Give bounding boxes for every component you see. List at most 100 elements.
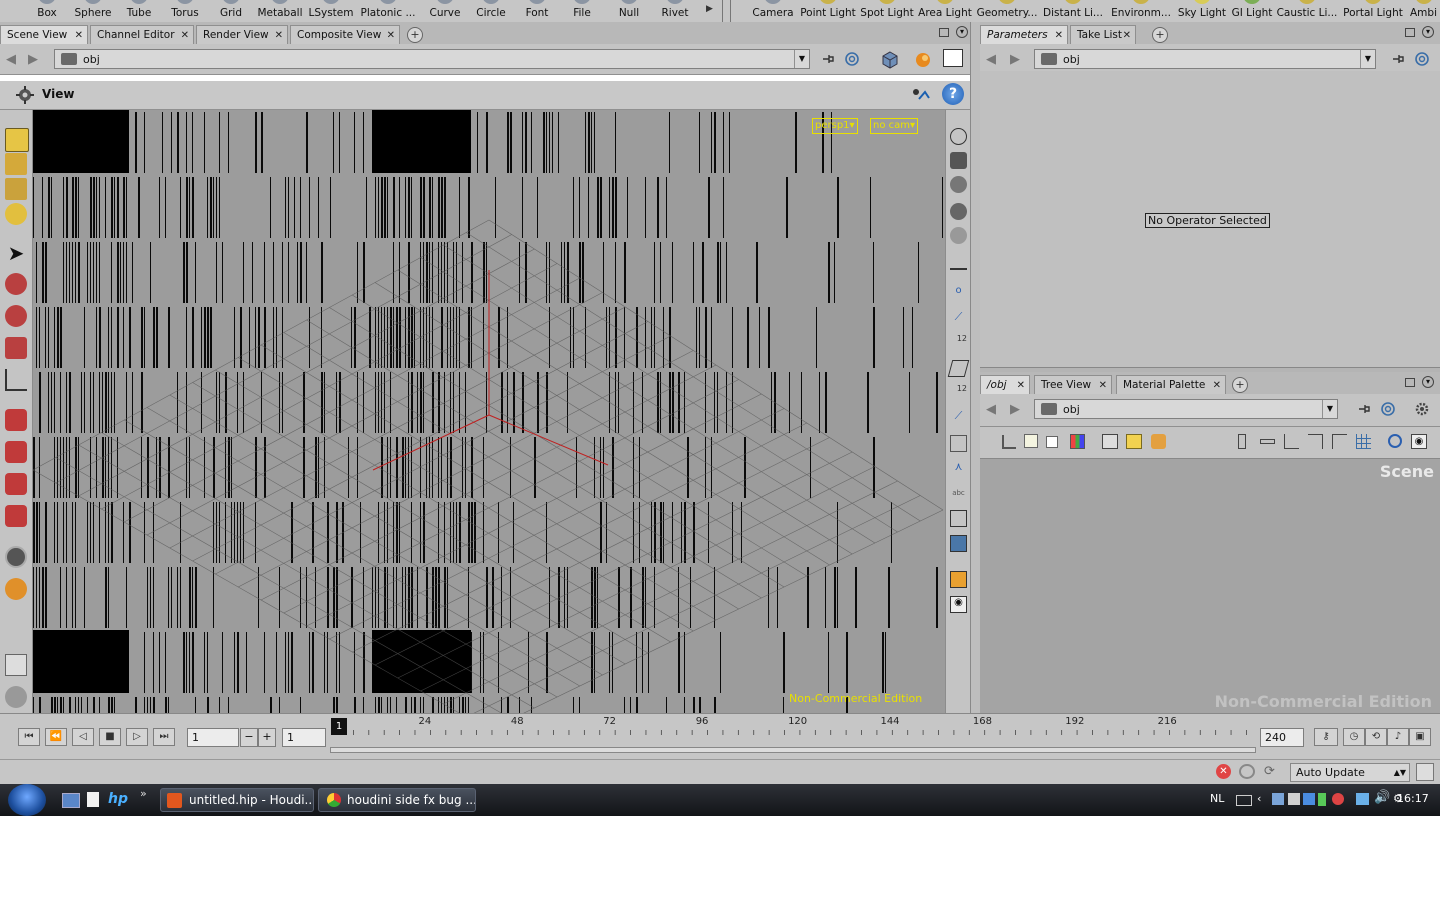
timeline-range-slider[interactable] xyxy=(330,747,1256,753)
shelf-tool-area-light[interactable]: Area Light xyxy=(918,0,972,22)
current-frame-field[interactable]: 1 xyxy=(187,728,239,747)
tree-icon[interactable] xyxy=(1002,435,1016,449)
camera-select-menu[interactable]: no cam▾ xyxy=(870,118,919,134)
tab-composite-view[interactable]: Composite View ✕ xyxy=(290,25,400,44)
normals-icon[interactable]: ⟋ xyxy=(950,409,967,426)
language-indicator[interactable]: NL xyxy=(1210,792,1224,805)
forward-arrow-icon[interactable]: ▶ xyxy=(1010,402,1020,417)
layout-icon[interactable] xyxy=(1284,434,1299,449)
connect-icon[interactable] xyxy=(1332,434,1347,449)
uv-icon[interactable] xyxy=(950,435,967,452)
quick-launch-more-icon[interactable]: » xyxy=(140,787,147,800)
thumbnail-icon[interactable] xyxy=(1046,436,1058,448)
point-display-icon[interactable]: o xyxy=(950,285,967,302)
scale-icon[interactable] xyxy=(5,337,27,359)
render-status-icon[interactable] xyxy=(1239,764,1255,779)
network-path-field[interactable]: obj ▼ xyxy=(1034,399,1338,419)
keyboard-icon[interactable] xyxy=(1236,795,1252,806)
tab-parameters[interactable]: Parameters ✕ xyxy=(980,25,1068,44)
visibility-filter-icon[interactable] xyxy=(950,253,967,270)
ghost-icon[interactable] xyxy=(950,227,967,244)
sticky-note-icon[interactable] xyxy=(1126,434,1142,449)
task-houdini[interactable]: untitled.hip - Houdi... xyxy=(160,788,314,812)
view-handle-icon[interactable] xyxy=(5,128,29,152)
headlight-icon[interactable] xyxy=(950,176,967,193)
close-icon[interactable]: ✕ xyxy=(1123,26,1131,45)
magnet-icon[interactable] xyxy=(5,505,27,527)
frame-decrement-button[interactable]: − xyxy=(240,728,258,747)
axis-icon[interactable] xyxy=(5,369,27,391)
shelf-tool-tube[interactable]: Tube xyxy=(120,0,158,22)
audio-icon[interactable]: ♪ xyxy=(1387,728,1409,746)
stop-button[interactable]: ■ xyxy=(99,728,121,746)
link-spiral-icon[interactable] xyxy=(844,51,860,67)
magnet-rotate-icon[interactable] xyxy=(5,441,27,463)
align-vertical-icon[interactable] xyxy=(1238,434,1246,449)
shading-cube-icon[interactable] xyxy=(880,50,900,70)
task-browser[interactable]: houdini side fx bug ... xyxy=(318,788,476,812)
chevron-down-icon[interactable]: ▼ xyxy=(1322,400,1337,418)
align-horizontal-icon[interactable] xyxy=(1260,439,1275,444)
transform-icon[interactable] xyxy=(5,273,27,295)
maximize-pane-icon[interactable] xyxy=(1405,378,1415,387)
vector-icon[interactable]: ⋏ xyxy=(950,460,967,477)
close-icon[interactable]: ✕ xyxy=(1055,26,1063,45)
shelf-tool-circle[interactable]: Circle xyxy=(470,0,512,22)
select-arrow-icon[interactable]: ➤ xyxy=(5,242,27,264)
link-spiral-icon[interactable] xyxy=(1380,401,1396,417)
guide-icon[interactable] xyxy=(950,510,967,527)
shelf-tool-camera[interactable]: Camera xyxy=(748,0,798,22)
list-icon[interactable] xyxy=(1024,434,1038,448)
rotate-icon[interactable] xyxy=(5,305,27,327)
tray-app-icon[interactable] xyxy=(1272,793,1284,805)
chevron-down-icon[interactable]: ▼ xyxy=(1360,50,1375,68)
network-box-icon[interactable] xyxy=(1102,434,1118,449)
pin-icon[interactable] xyxy=(820,51,836,67)
link-spiral-icon[interactable] xyxy=(1414,51,1430,67)
add-tab-icon[interactable]: + xyxy=(407,27,423,43)
shelf-tool-platonic[interactable]: Platonic ... xyxy=(360,0,416,22)
shelf-tool-sphere[interactable]: Sphere xyxy=(70,0,116,22)
params-path-field[interactable]: obj ▼ xyxy=(1034,49,1376,69)
step-back-button[interactable]: ⏪ xyxy=(45,728,67,746)
view-tool-icon[interactable] xyxy=(14,85,36,105)
network-icon[interactable] xyxy=(1356,793,1369,805)
layout-tree-icon[interactable] xyxy=(1308,434,1323,449)
handle-icon[interactable] xyxy=(5,203,27,225)
refresh-icon[interactable]: ⟳ xyxy=(1264,764,1280,779)
pane-menu-icon[interactable]: ▾ xyxy=(1422,26,1434,38)
point-numbers-icon[interactable]: 12 xyxy=(950,334,967,351)
jump-start-button[interactable]: ⏮ xyxy=(18,728,40,746)
magnet-scale-icon[interactable] xyxy=(5,473,27,495)
shelf-tool-sky-light[interactable]: Sky Light xyxy=(1176,0,1228,22)
forward-arrow-icon[interactable]: ▶ xyxy=(28,52,38,67)
camera-persp-menu[interactable]: persp1▾ xyxy=(812,118,858,134)
close-icon[interactable]: ✕ xyxy=(387,26,395,45)
shelf-tool-distant-light[interactable]: Distant Li... xyxy=(1042,0,1104,22)
start-button-icon[interactable] xyxy=(8,784,46,816)
shelf-tool-box[interactable]: Box xyxy=(28,0,66,22)
background-image-icon[interactable] xyxy=(950,535,967,552)
color-palette-icon[interactable] xyxy=(1070,434,1085,449)
primitive-display-icon[interactable] xyxy=(947,360,970,377)
play-reverse-button[interactable]: ◁ xyxy=(72,728,94,746)
jump-end-button[interactable]: ⏭ xyxy=(153,728,175,746)
background-display-icon[interactable] xyxy=(943,49,963,67)
shelf-tool-null[interactable]: Null xyxy=(610,0,648,22)
show-desktop-icon[interactable] xyxy=(62,793,80,808)
eye-icon[interactable]: ◉ xyxy=(950,596,967,613)
scene-path-field[interactable]: obj ▼ xyxy=(54,49,810,69)
settings-icon[interactable] xyxy=(5,686,27,708)
tab-tree-view[interactable]: Tree View ✕ xyxy=(1034,375,1112,394)
add-tab-icon[interactable]: + xyxy=(1152,27,1168,43)
close-icon[interactable]: ✕ xyxy=(1213,376,1221,395)
pin-icon[interactable] xyxy=(1390,51,1406,67)
close-icon[interactable]: ✕ xyxy=(275,26,283,45)
update-mode-select[interactable]: Auto Update ▲▼ xyxy=(1290,763,1410,782)
volume-icon[interactable]: 🔊 xyxy=(1374,790,1390,805)
shelf-tool-ambient-light[interactable]: Ambi xyxy=(1408,0,1440,22)
tray-drive-icon[interactable] xyxy=(1288,793,1300,805)
end-frame-field[interactable]: 240 xyxy=(1260,728,1304,747)
paint-icon[interactable] xyxy=(5,153,27,175)
performance-monitor-icon[interactable] xyxy=(1416,763,1434,781)
